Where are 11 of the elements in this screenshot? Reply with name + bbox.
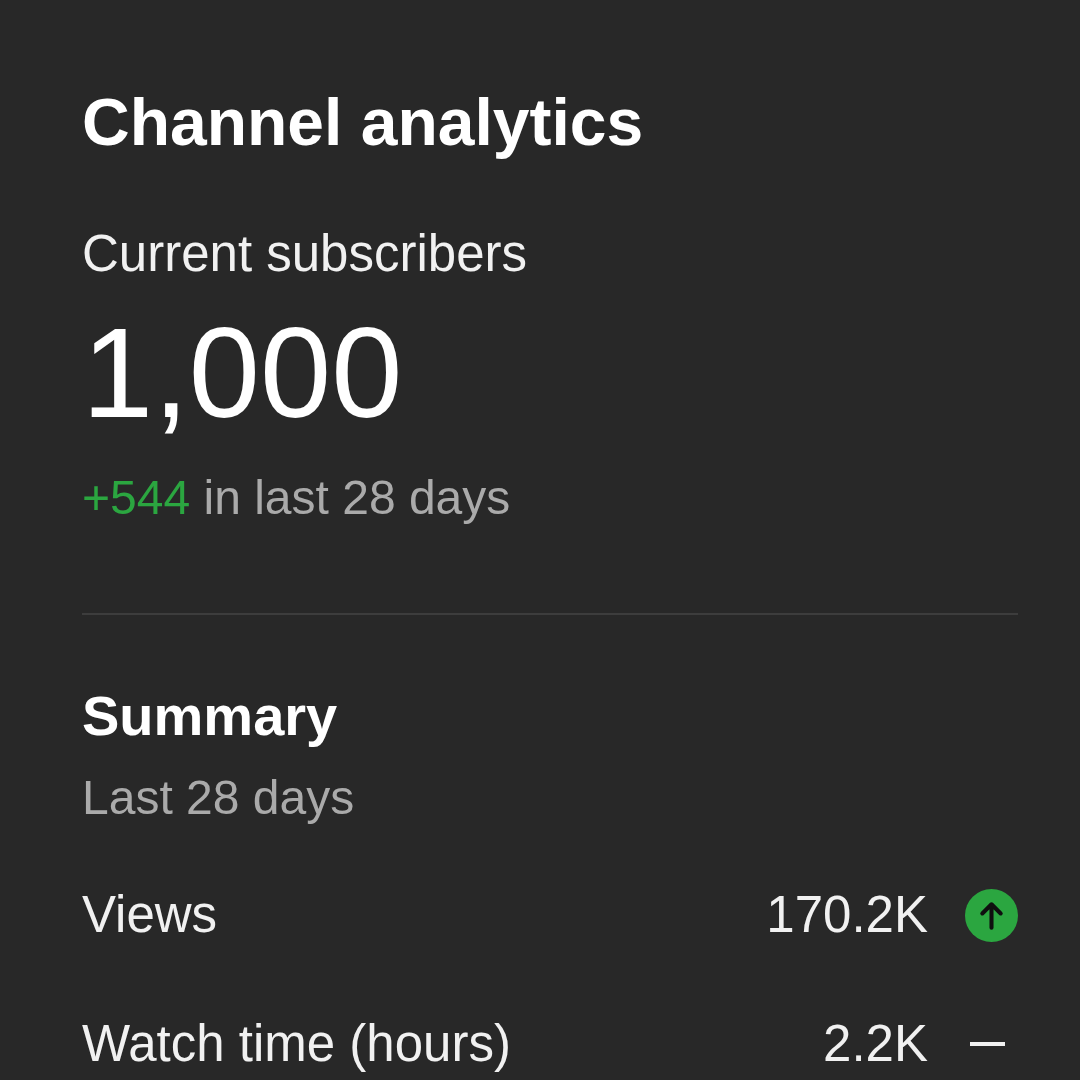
dash-icon <box>970 1042 1005 1046</box>
subscriber-change-text: +544 in last 28 days <box>82 470 511 526</box>
metric-label: Views <box>82 885 219 945</box>
summary-heading: Summary <box>82 683 338 749</box>
subscribers-label: Current subscribers <box>82 224 527 284</box>
metric-label: Watch time (hours) <box>82 1014 512 1074</box>
subscriber-count: 1,000 <box>82 303 403 443</box>
summary-period: Last 28 days <box>82 770 355 826</box>
page-title: Channel analytics <box>82 84 644 160</box>
metric-value: 2.2K <box>823 1014 928 1074</box>
metric-value: 170.2K <box>766 885 928 945</box>
